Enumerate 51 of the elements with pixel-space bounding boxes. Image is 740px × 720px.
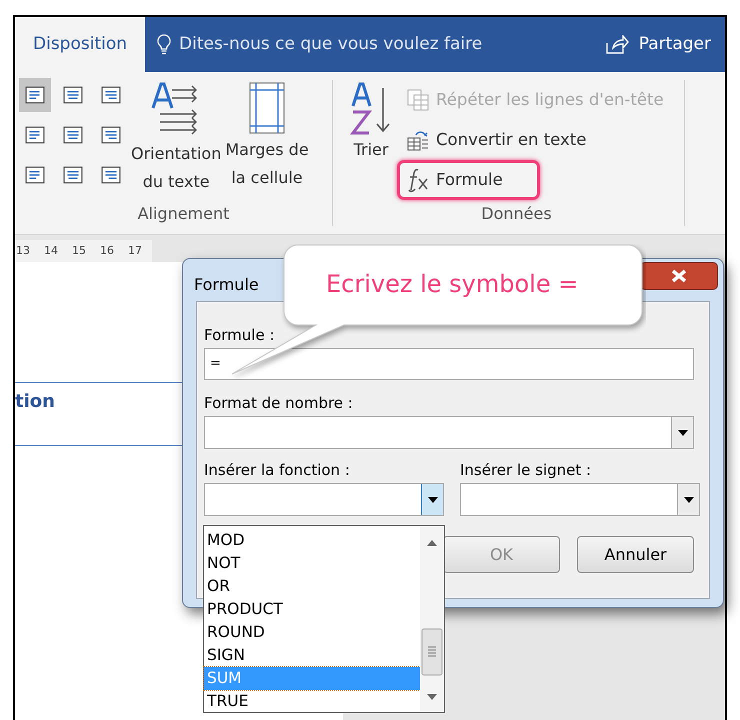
alignment-icon	[101, 126, 121, 144]
sort-button[interactable]: Trier	[349, 80, 393, 162]
alignment-icon	[25, 86, 45, 104]
dropdown-icon	[678, 430, 688, 436]
align-button[interactable]	[19, 78, 51, 112]
list-item[interactable]: TRUE	[204, 690, 420, 713]
scrollbar[interactable]	[420, 526, 444, 712]
scroll-up-icon[interactable]	[427, 540, 437, 546]
scroll-down-icon[interactable]	[427, 694, 437, 700]
field-label: Format de nombre :	[204, 393, 354, 414]
function-icon	[406, 167, 430, 193]
convert-to-text-button[interactable]: Convertir en texte	[397, 120, 596, 160]
ruler: 13 14 15 16 17	[15, 240, 152, 262]
group-label: Alignement	[136, 203, 230, 224]
group-label: Données	[480, 203, 553, 224]
list-item[interactable]: PRODUCT	[204, 598, 420, 621]
list-item[interactable]: OR	[204, 575, 420, 598]
cell-margins-icon	[246, 80, 287, 136]
dialog-button[interactable]: Annuler	[577, 536, 694, 573]
dropdown-icon	[684, 496, 694, 502]
alignment-icon	[25, 166, 45, 184]
close-button[interactable]	[640, 262, 718, 290]
list-item[interactable]: MOD	[204, 529, 420, 552]
list-item[interactable]: SIGN	[204, 644, 420, 667]
ribbon-tab[interactable]: Disposition	[15, 17, 146, 72]
formula-field[interactable]: =	[204, 348, 694, 380]
alignment-icon	[63, 86, 83, 104]
window-title: Formule	[194, 274, 259, 296]
share-icon	[604, 34, 629, 54]
list-item[interactable]: NOT	[204, 552, 420, 575]
close-icon	[670, 269, 688, 283]
alignment-icon	[63, 166, 83, 184]
dropdown-icon	[428, 496, 438, 502]
text-direction-button[interactable]: Orientation du texte	[131, 80, 222, 202]
list-item[interactable]: ROUND	[204, 621, 420, 644]
heading-text: tion	[15, 390, 55, 414]
scroll-thumb[interactable]	[421, 628, 443, 676]
alignment-icon	[101, 166, 121, 184]
field-label: Insérer le signet :	[460, 460, 592, 481]
field-label: Formule :	[204, 325, 276, 346]
tell-me-field[interactable]: Dites-nous ce que vous voulez faire	[157, 17, 482, 72]
table-copy-icon	[406, 88, 430, 112]
callout-text: Ecrivez le symbole =	[326, 269, 578, 300]
cell-margins-button[interactable]: Marges de la cellule	[225, 80, 309, 202]
alignment-icon	[101, 86, 121, 104]
share-button[interactable]: Partager	[604, 17, 711, 72]
alignment-icon	[25, 126, 45, 144]
lightbulb-icon	[157, 34, 172, 56]
field-label: Insérer la fonction :	[204, 460, 351, 481]
formula-button[interactable]: Formule	[397, 160, 540, 200]
alignment-icon	[63, 126, 83, 144]
